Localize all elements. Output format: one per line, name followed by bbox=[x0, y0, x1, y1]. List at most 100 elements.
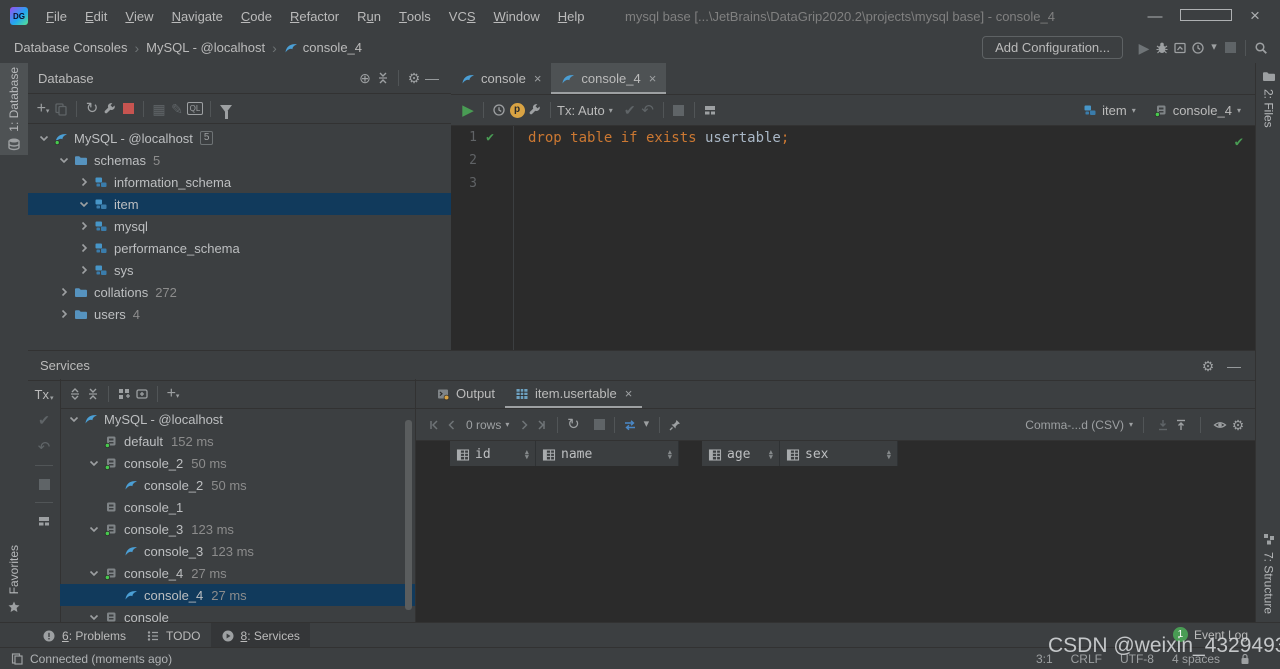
column-header-id[interactable]: id ▲ ▼ bbox=[450, 441, 536, 468]
pin-icon[interactable] bbox=[666, 416, 684, 434]
sort-arrows-icon[interactable]: ▲ ▼ bbox=[525, 448, 529, 460]
menu-item-tools[interactable]: Tools bbox=[390, 0, 440, 32]
tx-mode-dropdown[interactable]: Tx: Auto ▾ bbox=[557, 103, 613, 118]
upload-icon[interactable] bbox=[1172, 416, 1190, 434]
sidebar-item-files[interactable]: 2: Files bbox=[1256, 69, 1280, 128]
menu-item-refactor[interactable]: Refactor bbox=[281, 0, 348, 32]
menu-item-navigate[interactable]: Navigate bbox=[163, 0, 232, 32]
export-format-dropdown[interactable]: Comma-...d (CSV) ▾ bbox=[1025, 418, 1133, 432]
expand-all-icon[interactable] bbox=[66, 385, 84, 403]
chevron-right-icon[interactable] bbox=[76, 263, 92, 277]
collapse-all-icon[interactable] bbox=[84, 385, 102, 403]
chevron-down-icon[interactable] bbox=[86, 566, 102, 580]
toolwindow-tab-todo[interactable]: TODO bbox=[136, 623, 210, 648]
code-line[interactable] bbox=[514, 172, 1255, 195]
tx-toggle[interactable]: Tx ▾ bbox=[35, 387, 54, 402]
locate-icon[interactable]: ⊕ bbox=[356, 69, 374, 87]
chevron-down-icon[interactable] bbox=[86, 610, 102, 622]
tree-row[interactable]: console_2 50 ms bbox=[60, 452, 415, 474]
chevron-right-icon[interactable] bbox=[56, 307, 72, 321]
menu-item-window[interactable]: Window bbox=[485, 0, 549, 32]
breadcrumb-item[interactable]: Database Consoles bbox=[14, 40, 127, 55]
breadcrumb-item[interactable]: MySQL - @localhost bbox=[146, 40, 265, 55]
search-icon[interactable] bbox=[1252, 39, 1270, 57]
tree-row[interactable]: sys bbox=[28, 259, 451, 281]
add-frame-icon[interactable] bbox=[133, 385, 151, 403]
chevron-down-icon[interactable] bbox=[56, 153, 72, 167]
sort-arrows-icon[interactable]: ▲ ▼ bbox=[887, 448, 891, 460]
reload-icon[interactable]: ↻ bbox=[564, 416, 582, 434]
menu-item-edit[interactable]: Edit bbox=[76, 0, 116, 32]
sidebar-item-database[interactable]: 1: Database bbox=[0, 63, 28, 155]
toolwindow-tab-8-services[interactable]: 8: Services bbox=[210, 623, 310, 648]
rows-pager-dropdown[interactable]: 0 rows ▾ bbox=[466, 418, 509, 432]
datasource-properties-icon[interactable] bbox=[101, 100, 119, 118]
copy-reference-icon[interactable] bbox=[8, 650, 26, 668]
gear-icon[interactable]: ⚙ bbox=[405, 69, 423, 87]
code-line[interactable] bbox=[514, 149, 1255, 172]
tree-row[interactable]: console_2 50 ms bbox=[60, 474, 415, 496]
editor-tab-console[interactable]: console × bbox=[451, 63, 551, 94]
chevron-right-icon[interactable] bbox=[76, 219, 92, 233]
wrench-icon[interactable] bbox=[526, 101, 544, 119]
history-clock-icon[interactable] bbox=[490, 101, 508, 119]
grid-body[interactable] bbox=[416, 466, 1255, 622]
menu-item-run[interactable]: Run bbox=[348, 0, 390, 32]
code-editor[interactable]: 1 ✔ 2 3 drop table if exists usertable; ✔ bbox=[451, 126, 1255, 352]
column-header-sex[interactable]: sex ▲ ▼ bbox=[780, 441, 898, 468]
tree-row[interactable]: users 4 bbox=[28, 303, 451, 325]
chevron-right-icon[interactable] bbox=[56, 285, 72, 299]
tree-row[interactable]: console_4 27 ms bbox=[60, 584, 415, 606]
tree-row[interactable]: collations 272 bbox=[28, 281, 451, 303]
menu-item-code[interactable]: Code bbox=[232, 0, 281, 32]
chevron-down-icon[interactable] bbox=[36, 131, 52, 145]
menu-item-file[interactable]: File bbox=[37, 0, 76, 32]
run-icon[interactable]: ▶ bbox=[1135, 39, 1153, 57]
tree-row[interactable]: console bbox=[60, 606, 415, 622]
tree-row[interactable]: console_1 bbox=[60, 496, 415, 518]
run-history-icon[interactable] bbox=[1189, 39, 1207, 57]
chevron-right-icon[interactable] bbox=[76, 175, 92, 189]
hide-panel-icon[interactable]: — bbox=[1225, 357, 1243, 375]
sort-arrows-icon[interactable]: ▲ ▼ bbox=[769, 448, 773, 460]
tree-row[interactable]: schemas 5 bbox=[28, 149, 451, 171]
session-switcher[interactable]: console_4 ▾ bbox=[1154, 103, 1241, 118]
chevron-down-icon[interactable]: ▾ bbox=[639, 416, 653, 434]
tree-row[interactable]: console_3 123 ms bbox=[60, 518, 415, 540]
chevron-down-icon[interactable] bbox=[66, 412, 82, 426]
parameters-icon[interactable]: p bbox=[508, 101, 526, 119]
tree-row[interactable]: console_3 123 ms bbox=[60, 540, 415, 562]
output-tab-item-usertable[interactable]: item.usertable × bbox=[505, 379, 643, 408]
tree-row[interactable]: MySQL - @localhost bbox=[60, 408, 415, 430]
minimize-icon[interactable]: — bbox=[1130, 8, 1180, 25]
output-console-icon[interactable] bbox=[701, 101, 719, 119]
group-by-icon[interactable] bbox=[115, 385, 133, 403]
tree-row[interactable]: mysql bbox=[28, 215, 451, 237]
chevron-down-icon[interactable]: ▾ bbox=[1207, 39, 1221, 57]
chevron-down-icon[interactable] bbox=[86, 522, 102, 536]
tree-row[interactable]: MySQL - @localhost 5 bbox=[28, 127, 451, 149]
code-line[interactable]: drop table if exists usertable; bbox=[514, 126, 1255, 149]
stop-red-icon[interactable] bbox=[119, 100, 137, 118]
profiler-icon[interactable] bbox=[1171, 39, 1189, 57]
tree-row[interactable]: default 152 ms bbox=[60, 430, 415, 452]
close-icon[interactable]: × bbox=[534, 71, 542, 86]
ql-console-icon[interactable]: QL bbox=[186, 100, 204, 118]
close-icon[interactable]: × bbox=[1230, 6, 1280, 26]
tree-row[interactable]: console_4 27 ms bbox=[60, 562, 415, 584]
chevron-down-icon[interactable] bbox=[86, 456, 102, 470]
toolwindow-tab-6-problems[interactable]: 6: Problems bbox=[32, 623, 136, 648]
sidebar-item-favorites[interactable]: Favorites bbox=[0, 545, 28, 614]
filter-funnel-icon[interactable] bbox=[217, 100, 235, 119]
sort-arrows-icon[interactable]: ▲ ▼ bbox=[668, 448, 672, 460]
output-tab-output[interactable]: Output bbox=[426, 379, 505, 408]
gear-icon[interactable]: ⚙ bbox=[1229, 416, 1247, 434]
scrollbar-thumb[interactable] bbox=[405, 420, 412, 610]
tree-row[interactable]: performance_schema bbox=[28, 237, 451, 259]
chevron-down-icon[interactable] bbox=[76, 197, 92, 211]
schema-switcher[interactable]: item ▾ bbox=[1083, 103, 1136, 118]
hide-panel-icon[interactable]: — bbox=[423, 69, 441, 87]
compare-icon[interactable] bbox=[621, 416, 639, 434]
breadcrumb-item[interactable]: console_4 bbox=[284, 40, 362, 55]
menu-item-view[interactable]: View bbox=[116, 0, 162, 32]
